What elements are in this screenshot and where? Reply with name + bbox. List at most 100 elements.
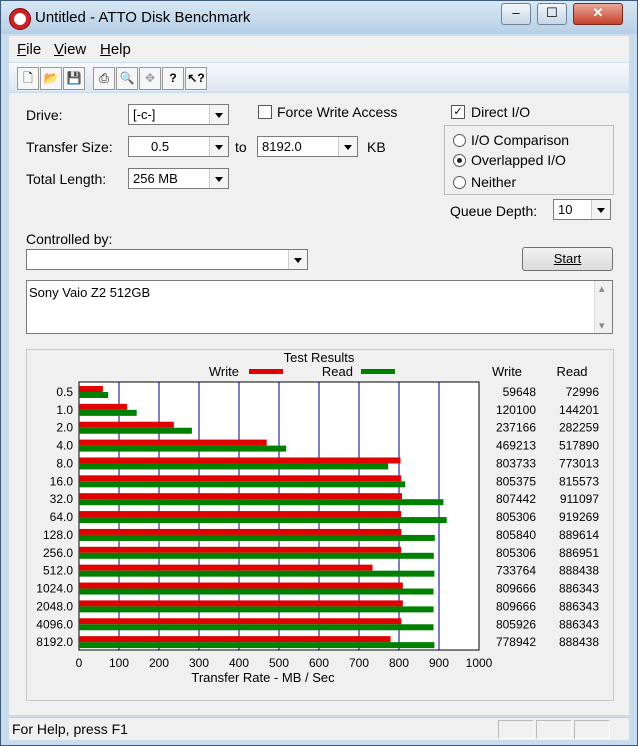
start-button[interactable]: Start <box>522 247 613 271</box>
menu-help[interactable]: Help <box>100 41 131 58</box>
neither-label: Neither <box>471 174 517 190</box>
write-value: 805306 <box>496 510 536 524</box>
save-icon[interactable]: 💾 <box>63 67 85 90</box>
x-tick-label: 100 <box>109 656 129 670</box>
chevron-down-icon[interactable] <box>209 105 228 124</box>
category-label: 8192.0 <box>36 635 73 649</box>
write-bar <box>79 439 267 446</box>
read-value: 888438 <box>559 635 599 649</box>
read-value: 282259 <box>559 421 599 435</box>
close-button[interactable]: ✕ <box>573 3 623 25</box>
menu-view[interactable]: View <box>54 41 86 58</box>
menu-bar: File View Help <box>9 36 629 62</box>
description-textarea[interactable]: Sony Vaio Z2 512GB <box>26 280 613 334</box>
x-axis-label: Transfer Rate - MB / Sec <box>191 670 335 685</box>
benchmark-form: Drive: [-c-] Force Write Access ✓ Direct… <box>9 93 629 715</box>
read-value: 72996 <box>566 385 600 399</box>
read-value: 919269 <box>559 510 599 524</box>
overlapped-io-radio[interactable] <box>453 154 466 167</box>
write-value: 803733 <box>496 456 536 470</box>
write-value: 237166 <box>496 421 536 435</box>
read-bar <box>79 642 435 649</box>
category-label: 2.0 <box>56 421 73 435</box>
write-value: 809666 <box>496 582 536 596</box>
menu-file[interactable]: File <box>17 41 41 58</box>
write-value: 120100 <box>496 403 536 417</box>
x-tick-label: 0 <box>76 656 83 670</box>
read-bar <box>79 499 444 506</box>
write-bar <box>79 600 403 607</box>
print-preview-icon[interactable]: 🔍 <box>116 67 138 90</box>
status-panel-cap <box>498 720 534 739</box>
write-bar <box>79 618 402 625</box>
write-bar <box>79 546 402 553</box>
write-bar <box>79 493 402 500</box>
new-icon[interactable]: 🗋 <box>17 67 39 90</box>
drive-select[interactable]: [-c-] <box>128 104 229 125</box>
legend-write-label: Write <box>209 364 239 379</box>
kb-label: KB <box>367 139 386 155</box>
force-write-checkbox[interactable] <box>258 105 272 119</box>
toolbar: 🗋 📂 💾 ⎙ 🔍 ✥ ? ↖? <box>9 63 629 92</box>
write-value: 469213 <box>496 439 536 453</box>
description-scrollbar[interactable] <box>594 281 612 333</box>
context-help-icon[interactable]: ↖? <box>185 67 207 90</box>
status-bar: For Help, press F1 <box>9 717 629 740</box>
category-label: 2048.0 <box>36 599 73 613</box>
drive-label: Drive: <box>26 107 63 123</box>
io-comparison-label: I/O Comparison <box>471 132 570 148</box>
write-bar <box>79 582 403 589</box>
write-value: 805840 <box>496 528 536 542</box>
queue-depth-label: Queue Depth: <box>450 203 538 219</box>
chevron-down-icon[interactable] <box>209 137 228 156</box>
chevron-down-icon[interactable] <box>591 200 610 219</box>
read-bar <box>79 588 434 595</box>
help-icon[interactable]: ? <box>162 67 184 90</box>
write-bar <box>79 528 402 535</box>
neither-radio[interactable] <box>453 176 466 189</box>
title-bar[interactable]: Untitled - ATTO Disk Benchmark – ☐ ✕ <box>1 1 637 34</box>
atto-app-icon[interactable] <box>9 8 31 30</box>
read-value: 886951 <box>559 546 599 560</box>
description-text: Sony Vaio Z2 512GB <box>29 285 151 300</box>
controlled-by-select[interactable] <box>26 249 308 270</box>
chart-title: Test Results <box>284 350 355 365</box>
maximize-button[interactable]: ☐ <box>537 3 567 25</box>
status-panel-scrl <box>574 720 610 739</box>
read-value: 911097 <box>560 492 599 506</box>
write-value: 805375 <box>496 474 536 488</box>
queue-depth-select[interactable]: 10 <box>553 199 611 220</box>
transfer-to-select[interactable]: 8192.0 <box>257 136 358 157</box>
category-label: 64.0 <box>50 510 74 524</box>
chevron-down-icon[interactable] <box>209 169 228 188</box>
move-icon[interactable]: ✥ <box>139 67 161 90</box>
write-value: 807442 <box>496 492 536 506</box>
x-tick-label: 700 <box>349 656 369 670</box>
chevron-down-icon[interactable] <box>338 137 357 156</box>
write-bar <box>79 475 402 482</box>
read-value: 815573 <box>559 474 599 488</box>
read-value: 886343 <box>559 617 599 631</box>
write-bar <box>79 457 401 464</box>
write-value: 805306 <box>496 546 536 560</box>
read-bar <box>79 624 434 631</box>
category-label: 32.0 <box>50 492 74 506</box>
category-label: 16.0 <box>50 474 74 488</box>
print-icon[interactable]: ⎙ <box>93 67 115 90</box>
overlapped-io-label: Overlapped I/O <box>471 152 566 168</box>
transfer-from-select[interactable]: 0.5 <box>128 136 229 157</box>
write-value: 805926 <box>496 617 536 631</box>
total-length-select[interactable]: 256 MB <box>128 168 229 189</box>
io-comparison-radio[interactable] <box>453 134 466 147</box>
column-header-read: Read <box>556 364 587 379</box>
open-icon[interactable]: 📂 <box>40 67 62 90</box>
read-bar <box>79 445 287 452</box>
category-label: 512.0 <box>43 564 73 578</box>
write-bar <box>79 564 373 571</box>
x-tick-label: 1000 <box>466 656 493 670</box>
chevron-down-icon[interactable] <box>288 250 307 269</box>
read-bar <box>79 570 435 577</box>
x-tick-label: 800 <box>389 656 409 670</box>
minimize-button[interactable]: – <box>501 3 531 25</box>
direct-io-checkbox[interactable]: ✓ <box>451 105 465 119</box>
